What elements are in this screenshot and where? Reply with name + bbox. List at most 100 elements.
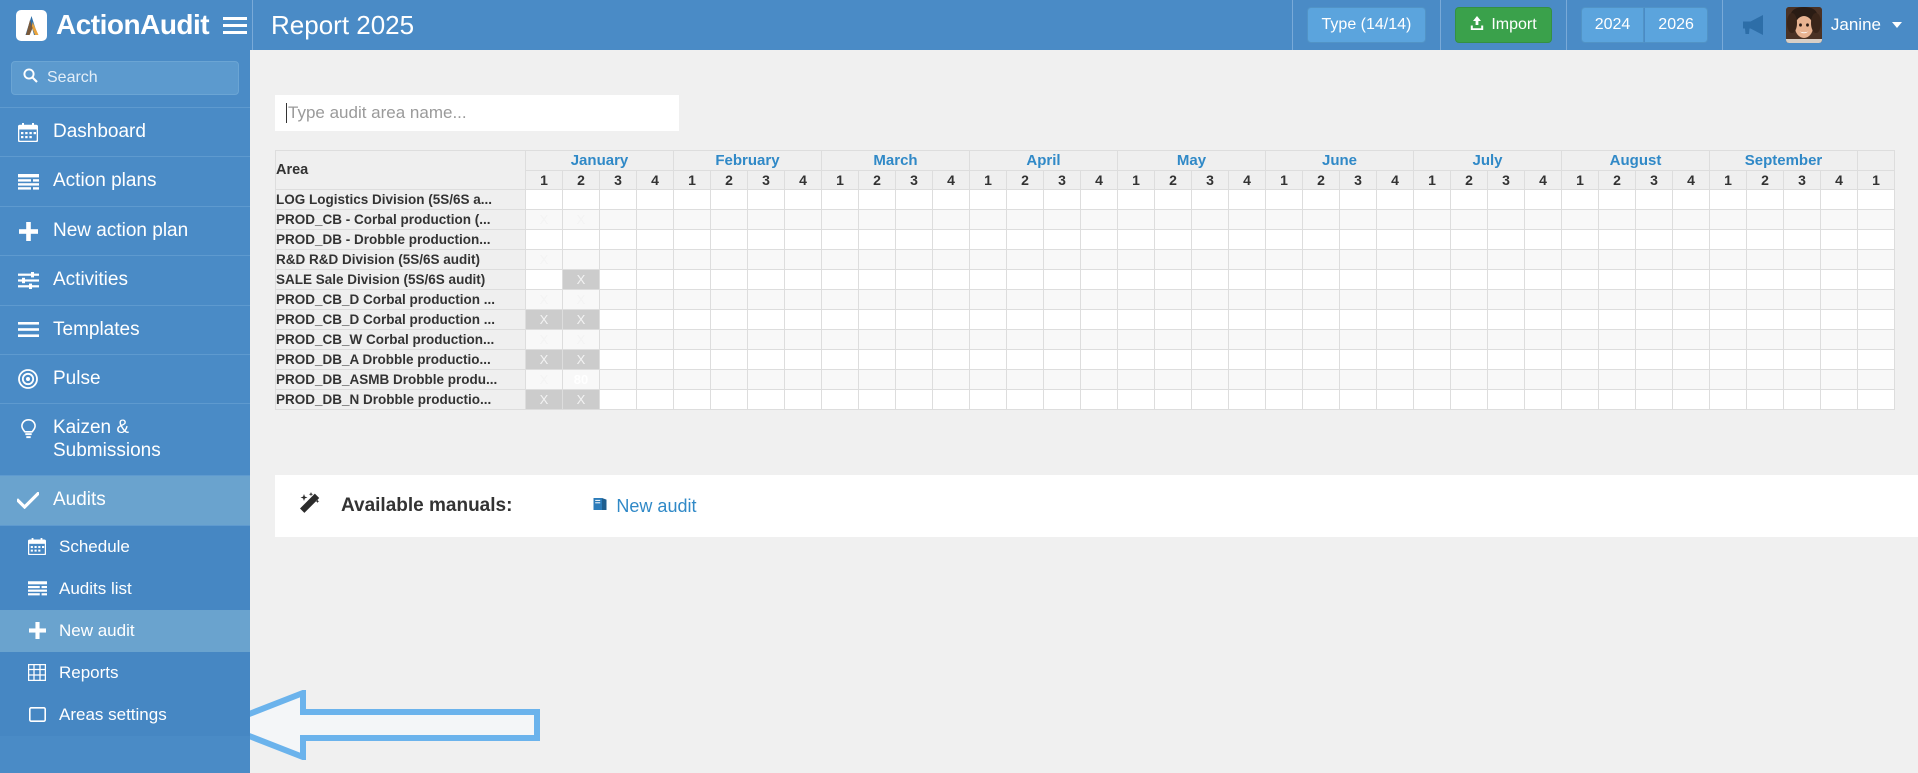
audit-empty-cell[interactable] bbox=[1191, 369, 1229, 390]
audit-empty-cell[interactable] bbox=[1191, 309, 1229, 330]
audit-empty-cell[interactable] bbox=[1043, 249, 1081, 270]
audit-empty-cell[interactable] bbox=[784, 189, 822, 210]
audit-empty-cell[interactable] bbox=[1524, 189, 1562, 210]
audit-empty-cell[interactable] bbox=[1783, 209, 1821, 230]
audit-empty-cell[interactable] bbox=[858, 329, 896, 350]
audit-empty-cell[interactable] bbox=[1080, 249, 1118, 270]
audit-empty-cell[interactable] bbox=[821, 349, 859, 370]
audit-empty-cell[interactable] bbox=[1820, 289, 1858, 310]
area-cell[interactable]: SALE Sale Division (5S/6S audit) bbox=[275, 269, 526, 290]
audit-empty-cell[interactable] bbox=[1820, 329, 1858, 350]
audit-empty-cell[interactable] bbox=[710, 269, 748, 290]
audit-empty-cell[interactable] bbox=[1302, 309, 1340, 330]
audit-empty-cell[interactable] bbox=[1524, 329, 1562, 350]
audit-empty-cell[interactable] bbox=[1487, 369, 1525, 390]
audit-empty-cell[interactable] bbox=[1265, 389, 1303, 410]
audit-empty-cell[interactable] bbox=[1783, 349, 1821, 370]
audit-empty-cell[interactable] bbox=[932, 289, 970, 310]
audit-empty-cell[interactable] bbox=[1339, 309, 1377, 330]
sidebar-item-templates[interactable]: Templates bbox=[0, 306, 250, 356]
audit-empty-cell[interactable] bbox=[1302, 389, 1340, 410]
audit-empty-cell[interactable] bbox=[784, 369, 822, 390]
audit-empty-cell[interactable] bbox=[747, 209, 785, 230]
audit-empty-cell[interactable] bbox=[1524, 349, 1562, 370]
audit-empty-cell[interactable] bbox=[1487, 309, 1525, 330]
audit-empty-cell[interactable] bbox=[599, 309, 637, 330]
audit-empty-cell[interactable] bbox=[821, 209, 859, 230]
audit-empty-cell[interactable] bbox=[784, 389, 822, 410]
audit-empty-cell[interactable] bbox=[932, 189, 970, 210]
audit-empty-cell[interactable] bbox=[932, 389, 970, 410]
audit-empty-cell[interactable] bbox=[1080, 189, 1118, 210]
audit-empty-cell[interactable] bbox=[1487, 329, 1525, 350]
audit-empty-cell[interactable] bbox=[1672, 369, 1710, 390]
audit-empty-cell[interactable] bbox=[747, 249, 785, 270]
audit-empty-cell[interactable] bbox=[1080, 309, 1118, 330]
audit-empty-cell[interactable] bbox=[1450, 329, 1488, 350]
audit-empty-cell[interactable] bbox=[1006, 389, 1044, 410]
audit-empty-cell[interactable] bbox=[673, 369, 711, 390]
audit-empty-cell[interactable] bbox=[1265, 269, 1303, 290]
audit-empty-cell[interactable] bbox=[1450, 389, 1488, 410]
audit-empty-cell[interactable] bbox=[1561, 369, 1599, 390]
audit-empty-cell[interactable] bbox=[1302, 289, 1340, 310]
audit-empty-cell[interactable] bbox=[1043, 349, 1081, 370]
audit-empty-cell[interactable] bbox=[1820, 189, 1858, 210]
audit-empty-cell[interactable] bbox=[1006, 349, 1044, 370]
area-cell[interactable]: R&D R&D Division (5S/6S audit) bbox=[275, 249, 526, 270]
audit-empty-cell[interactable] bbox=[1783, 389, 1821, 410]
audit-empty-cell[interactable] bbox=[599, 229, 637, 250]
audit-empty-cell[interactable] bbox=[969, 209, 1007, 230]
audit-empty-cell[interactable] bbox=[858, 249, 896, 270]
audit-empty-cell[interactable] bbox=[969, 289, 1007, 310]
audit-empty-cell[interactable] bbox=[1006, 309, 1044, 330]
audit-empty-cell[interactable] bbox=[525, 229, 563, 250]
audit-empty-cell[interactable] bbox=[1228, 329, 1266, 350]
audit-empty-cell[interactable] bbox=[1154, 309, 1192, 330]
audit-empty-cell[interactable] bbox=[1857, 209, 1895, 230]
audit-empty-cell[interactable] bbox=[1228, 369, 1266, 390]
area-cell[interactable]: PROD_CB - Corbal production (... bbox=[275, 209, 526, 230]
audit-empty-cell[interactable] bbox=[932, 309, 970, 330]
audit-empty-cell[interactable] bbox=[1339, 289, 1377, 310]
sidebar-item-audits-list[interactable]: Audits list bbox=[0, 567, 250, 610]
audit-empty-cell[interactable] bbox=[1376, 269, 1414, 290]
audit-empty-cell[interactable] bbox=[1413, 349, 1451, 370]
sidebar-item-schedule[interactable]: Schedule bbox=[0, 525, 250, 568]
audit-empty-cell[interactable] bbox=[562, 229, 600, 250]
audit-empty-cell[interactable] bbox=[1783, 269, 1821, 290]
audit-empty-cell[interactable] bbox=[1746, 389, 1784, 410]
audit-empty-cell[interactable] bbox=[1709, 209, 1747, 230]
audit-empty-cell[interactable] bbox=[1376, 249, 1414, 270]
audit-empty-cell[interactable] bbox=[636, 289, 674, 310]
audit-empty-cell[interactable] bbox=[969, 269, 1007, 290]
audit-empty-cell[interactable] bbox=[1154, 369, 1192, 390]
audit-empty-cell[interactable] bbox=[895, 329, 933, 350]
area-cell[interactable]: LOG Logistics Division (5S/6S a... bbox=[275, 189, 526, 210]
audit-empty-cell[interactable] bbox=[1228, 289, 1266, 310]
audit-empty-cell[interactable] bbox=[1709, 269, 1747, 290]
audit-empty-cell[interactable] bbox=[1857, 369, 1895, 390]
audit-empty-cell[interactable] bbox=[1339, 389, 1377, 410]
audit-empty-cell[interactable] bbox=[562, 249, 600, 270]
audit-empty-cell[interactable] bbox=[1413, 289, 1451, 310]
audit-empty-cell[interactable] bbox=[1635, 369, 1673, 390]
audit-empty-cell[interactable] bbox=[1154, 289, 1192, 310]
audit-empty-cell[interactable] bbox=[1339, 269, 1377, 290]
audit-empty-cell[interactable] bbox=[599, 249, 637, 270]
audit-empty-cell[interactable] bbox=[1006, 229, 1044, 250]
audit-empty-cell[interactable] bbox=[1191, 329, 1229, 350]
audit-empty-cell[interactable] bbox=[969, 349, 1007, 370]
audit-empty-cell[interactable] bbox=[599, 389, 637, 410]
audit-planned-cell[interactable]: X bbox=[562, 349, 600, 370]
audit-empty-cell[interactable] bbox=[1450, 349, 1488, 370]
audit-empty-cell[interactable] bbox=[636, 309, 674, 330]
audit-empty-cell[interactable] bbox=[1265, 349, 1303, 370]
audit-empty-cell[interactable] bbox=[1857, 189, 1895, 210]
audit-empty-cell[interactable] bbox=[858, 389, 896, 410]
audit-empty-cell[interactable] bbox=[1191, 209, 1229, 230]
audit-empty-cell[interactable] bbox=[1487, 249, 1525, 270]
audit-score-cell[interactable]: 80 bbox=[562, 369, 600, 390]
audit-empty-cell[interactable] bbox=[1598, 269, 1636, 290]
sidebar-item-kaizen-submissions[interactable]: Kaizen & Submissions bbox=[0, 404, 250, 477]
